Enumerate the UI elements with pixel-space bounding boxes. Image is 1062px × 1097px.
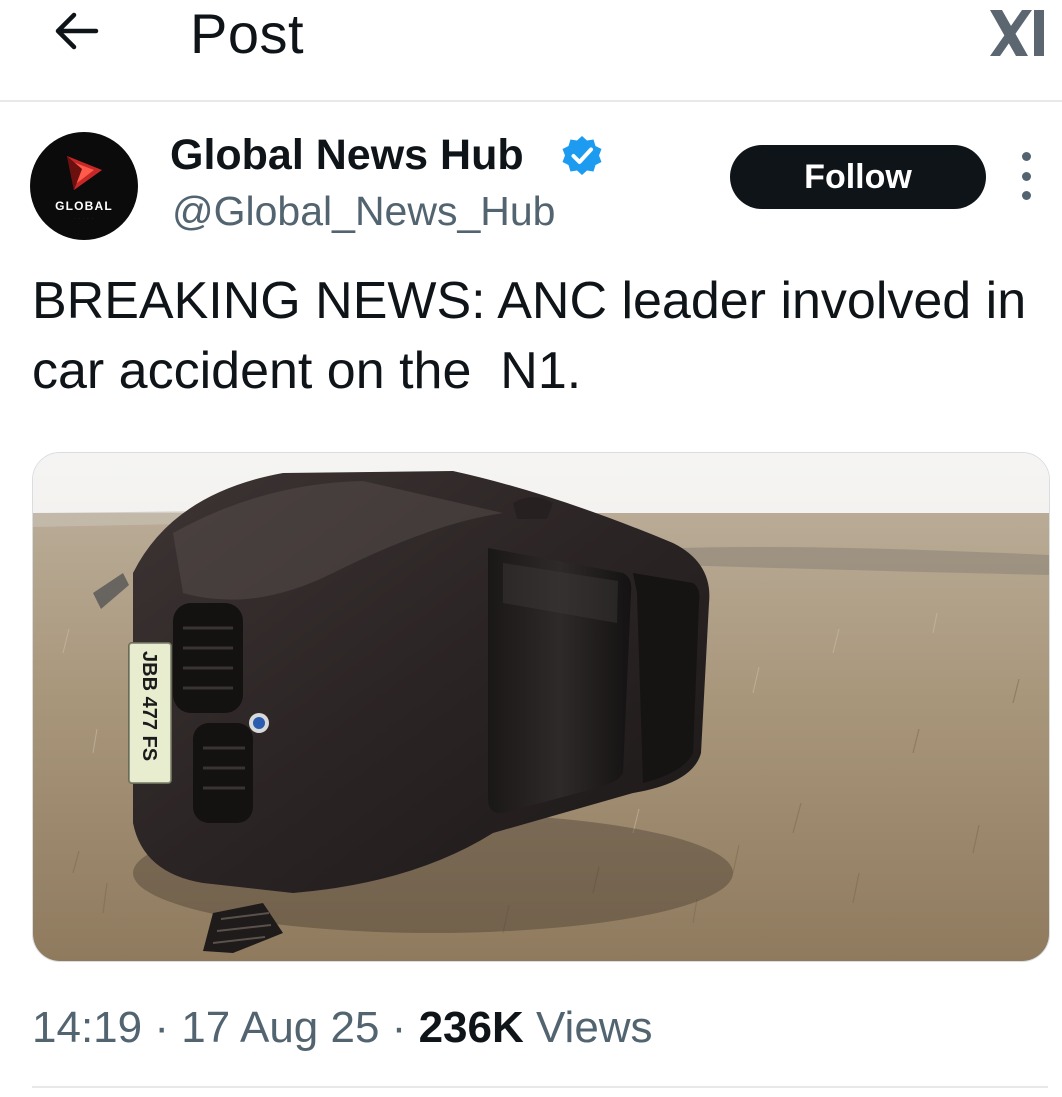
avatar-text: GLOBAL bbox=[55, 199, 113, 213]
post-image[interactable]: JBB 477 FS bbox=[32, 452, 1050, 962]
more-dot bbox=[1021, 171, 1031, 181]
more-options-button[interactable] bbox=[1012, 152, 1040, 200]
overturned-car-photo: JBB 477 FS bbox=[33, 453, 1049, 961]
follow-button[interactable]: Follow bbox=[730, 145, 986, 209]
top-bar: Post bbox=[0, 0, 1062, 102]
views-count: 236K bbox=[418, 1003, 524, 1052]
page-title: Post bbox=[190, 2, 305, 65]
global-logo-icon bbox=[67, 156, 102, 190]
more-vertical-icon bbox=[1021, 152, 1031, 161]
views-label: Views bbox=[535, 1003, 653, 1052]
post-text: BREAKING NEWS: ANC leader involved in ca… bbox=[32, 272, 1041, 400]
meta-separator: · bbox=[154, 1003, 169, 1052]
back-button[interactable] bbox=[48, 6, 104, 56]
author-handle[interactable]: @Global_News_Hub bbox=[172, 184, 555, 238]
verified-badge-icon bbox=[562, 136, 602, 175]
post-time[interactable]: 14:19 bbox=[32, 1003, 142, 1052]
meta-separator: · bbox=[391, 1003, 407, 1052]
x-logo-icon bbox=[990, 10, 1044, 56]
post-meta: 14:19 · 17 Aug 25 · 236K Views bbox=[32, 1000, 653, 1056]
avatar[interactable]: GLOBAL · · · · · bbox=[30, 132, 138, 240]
post-date[interactable]: 17 Aug 25 bbox=[181, 1003, 379, 1052]
avatar-subtext: · · · · · bbox=[73, 216, 95, 221]
arrow-left-icon bbox=[55, 12, 99, 50]
author-display-name[interactable]: Global News Hub bbox=[170, 128, 524, 182]
divider bbox=[32, 1086, 1048, 1088]
licence-plate-text: JBB 477 FS bbox=[138, 651, 160, 761]
more-dot bbox=[1021, 191, 1031, 200]
